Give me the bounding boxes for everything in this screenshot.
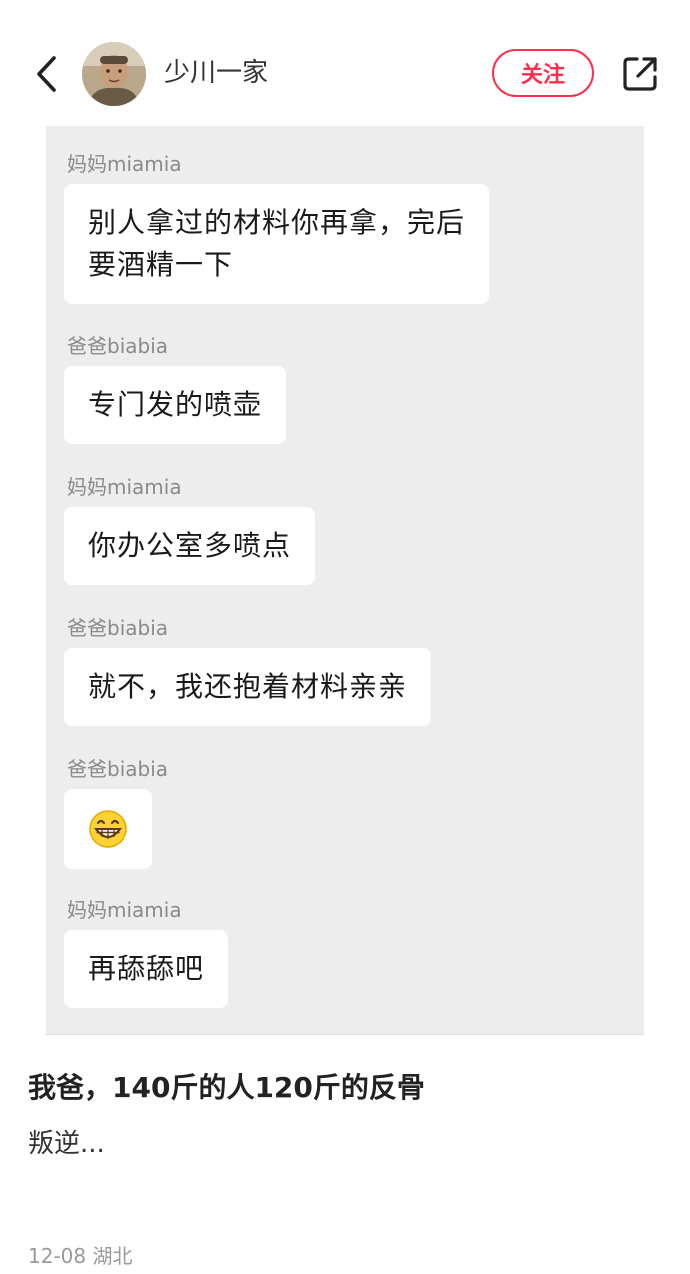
chat-message: 妈妈miamia 再舔舔吧 (64, 896, 229, 1008)
message-bubble: 就不，我还抱着材料亲亲 (64, 648, 432, 726)
message-bubble: 再舔舔吧 (64, 930, 229, 1008)
message-sender: 妈妈miamia (67, 475, 182, 499)
message-bubble (64, 789, 152, 869)
chat-message: 爸爸biabia (64, 755, 168, 869)
message-sender: 妈妈miamia (67, 152, 182, 176)
avatar[interactable] (82, 42, 146, 106)
top-bar: 少川一家 关注 (0, 0, 690, 140)
message-sender: 爸爸biabia (67, 616, 169, 640)
message-bubble: 你办公室多喷点 (64, 507, 316, 585)
share-button[interactable] (618, 52, 662, 96)
follow-button[interactable]: 关注 (492, 49, 594, 97)
chevron-left-icon (37, 56, 56, 92)
post-body: 叛逆... (28, 1129, 105, 1159)
post-location: 湖北 (92, 1244, 133, 1268)
chat-message: 妈妈miamia 别人拿过的材料你再拿，完后 要酒精一下 (64, 150, 490, 304)
post-meta: 12-08 湖北 (28, 1242, 132, 1270)
back-button[interactable] (26, 52, 66, 96)
message-bubble: 专门发的喷壶 (64, 366, 287, 444)
note-detail-page: 少川一家 关注 妈妈miamia 别人拿过的材料你再拿，完后 要酒精一下 爸爸b… (0, 0, 690, 1274)
author-name[interactable]: 少川一家 (164, 55, 268, 91)
avatar-image (82, 42, 146, 106)
grinning-face-emoji-icon (89, 810, 127, 848)
post-date: 12-08 (28, 1244, 87, 1268)
message-sender: 妈妈miamia (67, 898, 182, 922)
chat-message: 爸爸biabia 专门发的喷壶 (64, 332, 287, 444)
chat-message: 爸爸biabia 就不，我还抱着材料亲亲 (64, 614, 432, 726)
chat-message: 妈妈miamia 你办公室多喷点 (64, 473, 316, 585)
share-icon (623, 57, 657, 91)
message-sender: 爸爸biabia (67, 334, 169, 358)
post-title: 我爸，140斤的人120斤的反骨 (28, 1071, 425, 1104)
chat-screenshot-image[interactable]: 妈妈miamia 别人拿过的材料你再拿，完后 要酒精一下 爸爸biabia 专门… (46, 126, 644, 1035)
message-sender: 爸爸biabia (67, 757, 169, 781)
message-bubble: 别人拿过的材料你再拿，完后 要酒精一下 (64, 184, 490, 304)
